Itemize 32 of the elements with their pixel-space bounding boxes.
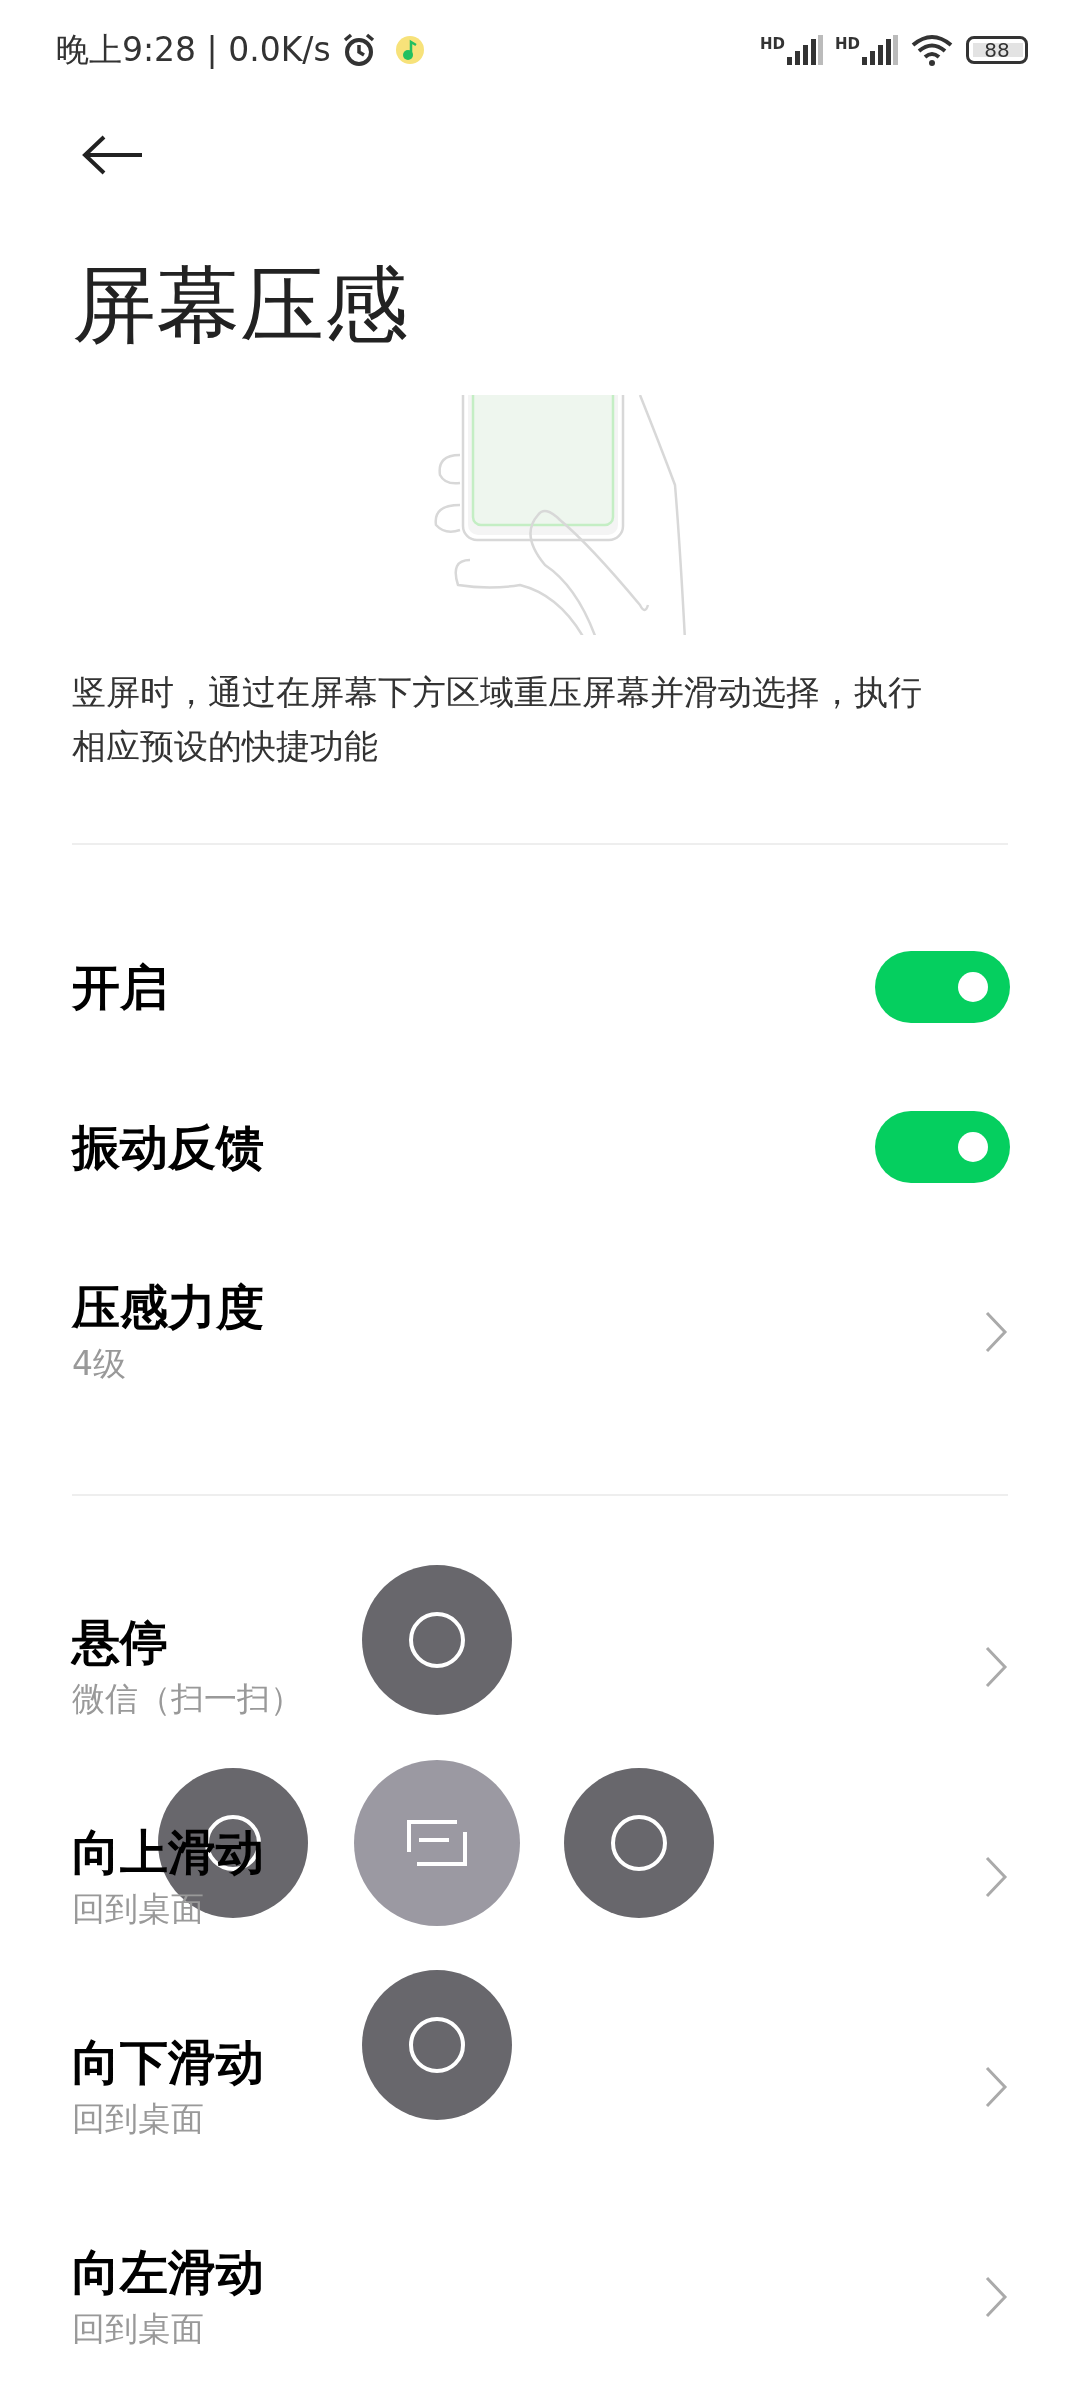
setting-value: 回到桌面	[72, 2308, 204, 2350]
setting-label: 悬停	[72, 1613, 168, 1672]
setting-label: 压感力度	[72, 1278, 264, 1337]
setting-label: 向左滑动	[72, 2243, 264, 2302]
chevron-right-icon	[984, 1310, 1008, 1354]
hd-label: HD	[759, 35, 785, 53]
setting-label: 振动反馈	[72, 1118, 264, 1177]
hd-label: HD	[835, 35, 860, 53]
status-time: 晚上9:28 | 0.0K/s	[56, 28, 331, 71]
wifi-icon	[910, 33, 954, 67]
setting-value: 回到桌面	[72, 1888, 204, 1930]
setting-value: 微信（扫一扫）	[72, 1678, 303, 1720]
chevron-right-icon	[984, 1645, 1008, 1689]
settings-row[interactable]: 悬停 微信（扫一扫）	[0, 1562, 1080, 1772]
signal-icon	[862, 35, 898, 65]
setting-label: 向下滑动	[72, 2033, 264, 2092]
chevron-right-icon	[984, 2275, 1008, 2319]
setting-label: 开启	[72, 958, 168, 1017]
description-text: 竖屏时，通过在屏幕下方区域重压屏幕并滑动选择，执行相应预设的快捷功能	[72, 671, 923, 768]
settings-row[interactable]: 向下滑动 回到桌面	[0, 1982, 1080, 2192]
chevron-right-icon	[984, 2065, 1008, 2109]
settings-row[interactable]: 向左滑动 回到桌面	[0, 2192, 1080, 2400]
back-arrow-icon[interactable]	[82, 135, 144, 175]
recent-apps-icon	[405, 1818, 469, 1868]
signal-icon	[787, 35, 823, 65]
music-app-icon	[394, 35, 425, 65]
battery-indicator: 88	[966, 36, 1028, 64]
chevron-right-icon	[984, 1855, 1008, 1899]
settings-row[interactable]: 压感力度 4级	[0, 1227, 1080, 1437]
page-title: 屏幕压感	[72, 255, 409, 356]
setting-value: 4级	[72, 1343, 126, 1385]
setting-value: 回到桌面	[72, 2098, 204, 2140]
